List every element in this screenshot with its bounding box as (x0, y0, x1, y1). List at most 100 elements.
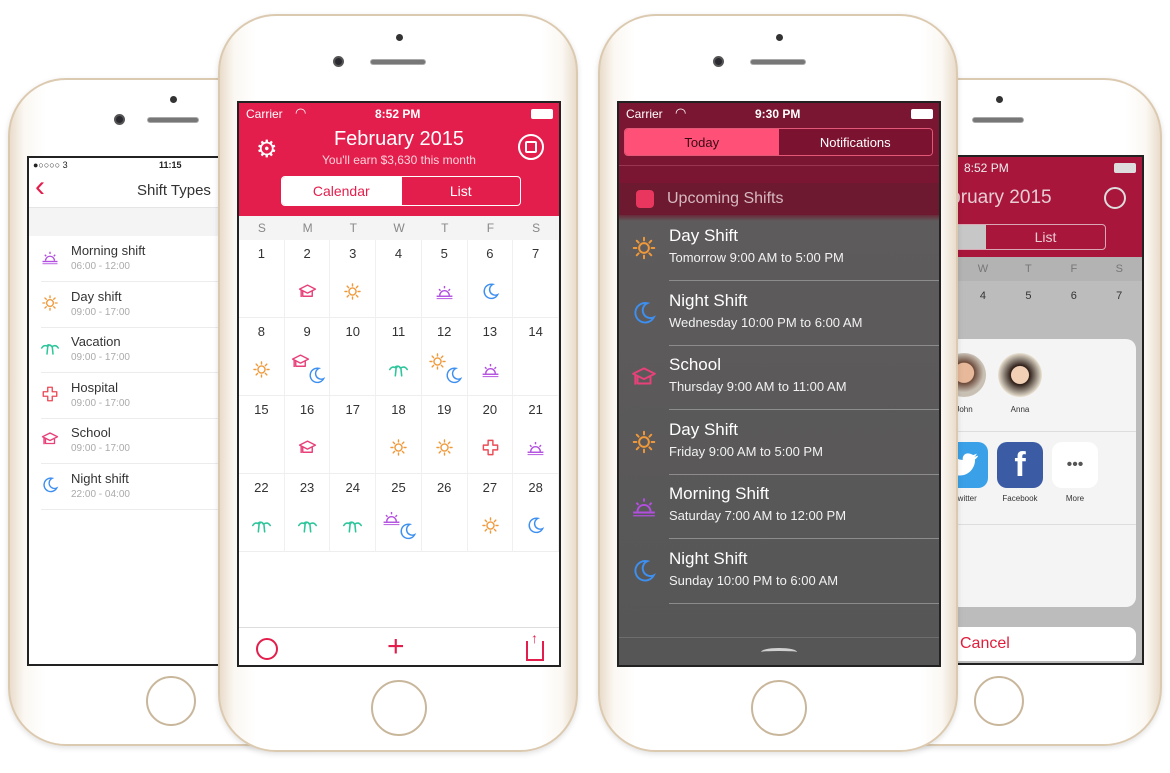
moon-icon (307, 366, 326, 390)
calendar-day[interactable]: 26 (421, 474, 468, 552)
calendar-day[interactable]: 19 (421, 396, 468, 474)
day-number: 15 (254, 402, 269, 417)
clock-icon[interactable] (256, 638, 278, 660)
calendar-day[interactable]: 21 (513, 396, 559, 474)
shift-title: Night Shift (669, 548, 748, 568)
day-number: 6 (1070, 290, 1077, 302)
day-number: 20 (482, 402, 498, 417)
weekday-label: W (393, 221, 405, 235)
day-number: 11 (391, 324, 406, 339)
calendar-day[interactable]: 1 (239, 240, 285, 318)
calendar-day[interactable]: 28 (513, 474, 559, 552)
upcoming-shift-item[interactable]: Night Shift Sunday 10:00 PM to 6:00 AM (619, 542, 939, 606)
calendar-day[interactable]: 14 (513, 318, 559, 396)
pull-handle[interactable] (761, 648, 797, 656)
day-number: 13 (482, 324, 498, 339)
sun-icon (631, 429, 657, 460)
day-number: 21 (528, 402, 543, 417)
calendar-day[interactable]: 27 (467, 474, 514, 552)
shift-title: School (669, 355, 721, 374)
signal-strength: ●○○○○ 3 (33, 160, 68, 170)
shift-type-name: Morning shift (71, 243, 146, 258)
calendar-day[interactable]: 20 (467, 396, 514, 474)
upcoming-shift-item[interactable]: Day Shift Friday 9:00 AM to 5:00 PM (619, 413, 939, 477)
wifi-icon: ◠ (295, 105, 307, 120)
upcoming-shift-item[interactable]: Morning Shift Saturday 7:00 AM to 12:00 P… (619, 477, 939, 541)
front-camera (114, 114, 125, 125)
back-button[interactable]: ‹ (35, 170, 45, 204)
add-shift-button[interactable]: + (387, 630, 405, 664)
calendar-day[interactable]: 16 (284, 396, 331, 474)
sun-icon (631, 235, 657, 266)
calendar-day[interactable]: 5 (421, 240, 468, 318)
phone-calendar: Carrier ◠ 8:52 PM ⚙ February 2015 You'll… (218, 14, 578, 752)
app-label: More (1065, 494, 1085, 503)
calendar-day[interactable]: 9 (284, 318, 331, 396)
speaker (972, 117, 1024, 123)
header: Carrier ◠ 8:52 PM ⚙ February 2015 You'll… (239, 103, 559, 216)
calendar-day[interactable]: 25 (376, 474, 422, 552)
sync-calendar-icon[interactable] (518, 134, 544, 160)
tab-today[interactable]: Today (625, 129, 779, 155)
upcoming-shift-item[interactable]: Night Shift Wednesday 10:00 PM to 6:00 AM (619, 284, 939, 348)
home-button[interactable] (974, 676, 1024, 726)
battery-icon (911, 109, 933, 119)
calendar-day[interactable]: 15 (239, 396, 285, 474)
palm-icon (389, 360, 409, 384)
page-title: Shift Types (137, 182, 211, 199)
segment-list[interactable]: List (400, 177, 521, 205)
sensor (170, 96, 177, 103)
school-icon (298, 282, 317, 306)
shift-type-hours: 09:00 - 17:00 (71, 352, 130, 363)
sensor (996, 96, 1003, 103)
sun-icon (481, 516, 500, 540)
calendar-day[interactable]: 2 (284, 240, 331, 318)
moon-icon (481, 282, 500, 306)
calendar-day[interactable]: 23 (284, 474, 331, 552)
calendar-day[interactable]: 3 (330, 240, 377, 318)
status-bar: Carrier ◠ 8:52 PM (239, 103, 559, 125)
facebook-app-icon[interactable]: f (997, 442, 1043, 488)
calendar-day[interactable]: 17 (330, 396, 377, 474)
hospital-icon (41, 385, 59, 408)
home-button[interactable] (146, 676, 196, 726)
upcoming-shift-item[interactable]: School Thursday 9:00 AM to 11:00 AM (619, 348, 939, 412)
segment-calendar[interactable]: Calendar (282, 177, 401, 205)
shift-type-hours: 09:00 - 17:00 (71, 443, 130, 454)
tab-notifications[interactable]: Notifications (778, 129, 932, 155)
calendar-day[interactable]: 4 (376, 240, 422, 318)
shift-type-hours: 09:00 - 17:00 (71, 397, 130, 409)
home-button[interactable] (751, 680, 807, 736)
day-number: 17 (345, 402, 360, 417)
shift-type-name: Hospital (71, 379, 118, 395)
segment-list[interactable]: List (986, 225, 1105, 249)
calendar-day[interactable]: 11 (376, 318, 422, 396)
hospital-icon (481, 438, 500, 462)
calendar-day[interactable]: 7 (513, 240, 559, 318)
calendar-day[interactable]: 12 (421, 318, 468, 396)
calendar-day[interactable]: 22 (239, 474, 285, 552)
calendar-day[interactable]: 10 (330, 318, 377, 396)
contact-avatar[interactable] (998, 353, 1042, 397)
shift-type-hours: 06:00 - 12:00 (71, 261, 130, 272)
calendar-day[interactable]: 24 (330, 474, 377, 552)
carrier: Carrier (246, 107, 283, 121)
divider (669, 473, 939, 475)
widget-title: Upcoming Shifts (667, 190, 784, 207)
upcoming-shift-item[interactable]: Day Shift Tomorrow 9:00 AM to 5:00 PM (619, 219, 939, 283)
sun-icon (343, 282, 362, 306)
status-time: 8:52 PM (375, 107, 421, 121)
more-app-icon[interactable]: ••• (1052, 442, 1098, 488)
shift-time: Tomorrow 9:00 AM to 5:00 PM (669, 250, 844, 265)
moon-icon (41, 476, 59, 499)
calendar-day[interactable]: 18 (376, 396, 422, 474)
calendar-day[interactable]: 8 (239, 318, 285, 396)
upcoming-shifts-list: Day Shift Tomorrow 9:00 AM to 5:00 PM Nigh… (619, 219, 939, 619)
divider (619, 165, 939, 166)
toolbar-divider (239, 627, 559, 628)
calendar-day[interactable]: 6 (467, 240, 514, 318)
calendar-day[interactable]: 13 (467, 318, 514, 396)
home-button[interactable] (371, 680, 427, 736)
sunrise-icon (481, 360, 500, 384)
sync-calendar-icon[interactable] (1104, 187, 1126, 209)
